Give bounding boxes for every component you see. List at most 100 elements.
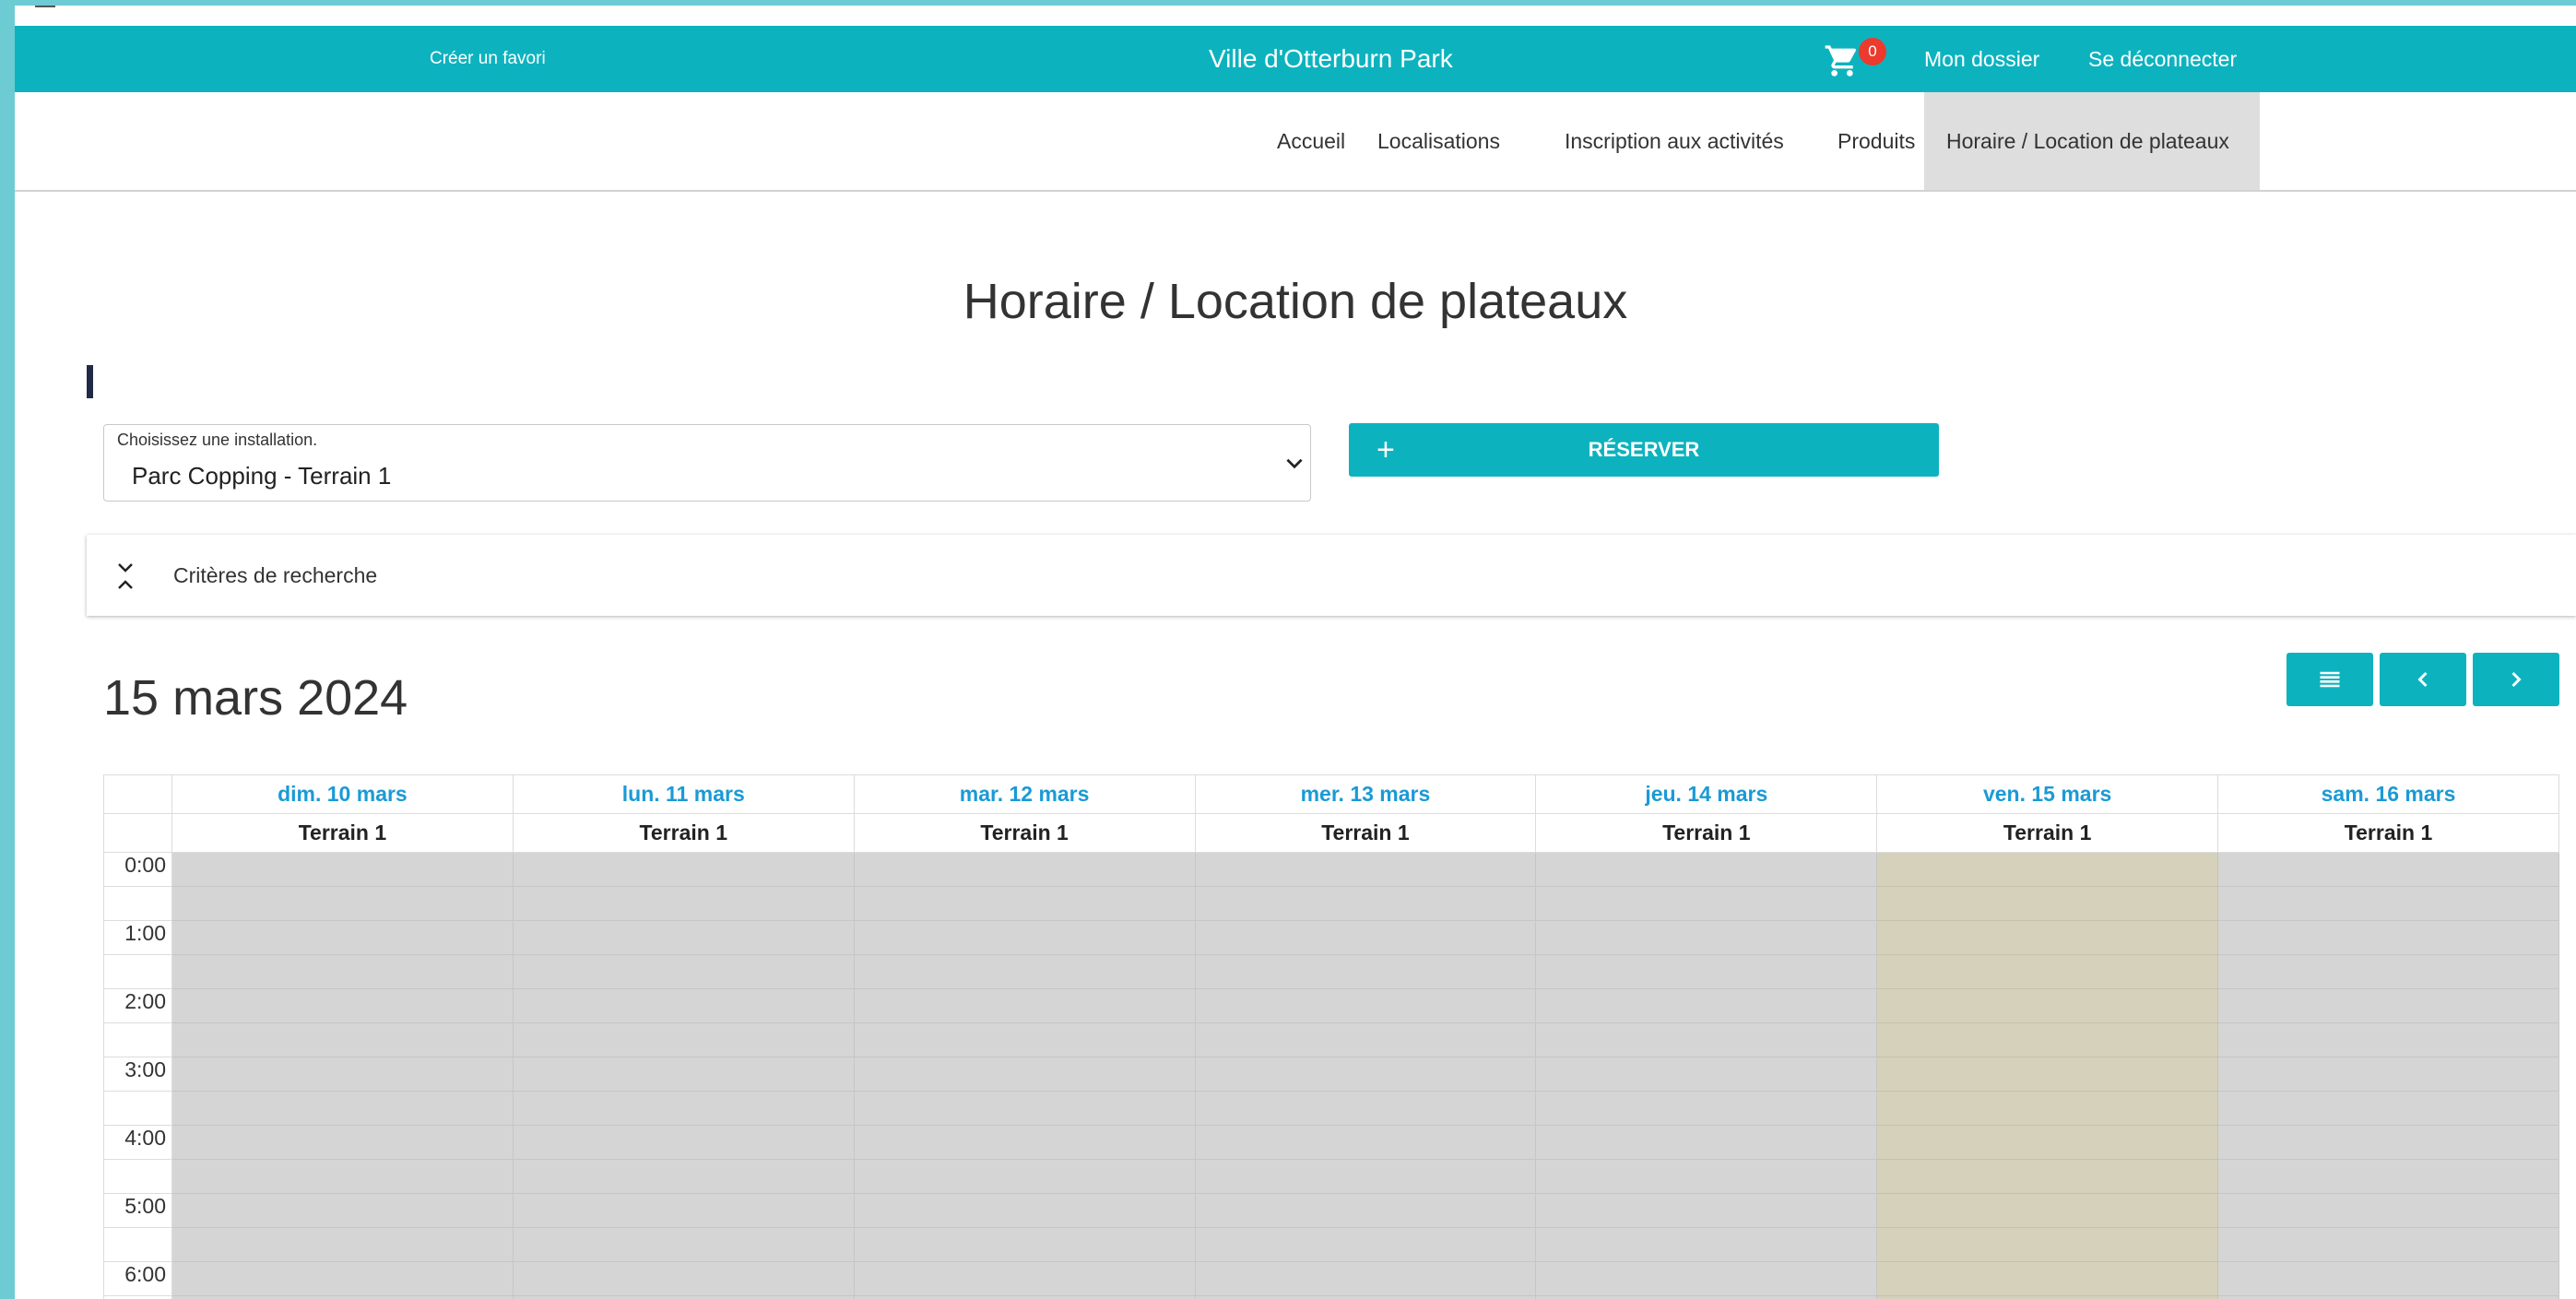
slot-cell[interactable] [512,1193,855,1228]
slot-cell[interactable] [1535,852,1878,887]
slot-cell[interactable] [853,1295,1196,1299]
today-slot-cell[interactable] [1876,1227,2219,1262]
slot-cell[interactable] [512,1057,855,1092]
slot-cell[interactable] [512,1159,855,1194]
day-header[interactable]: mar. 12 mars [853,774,1196,814]
slot-cell[interactable] [171,1227,514,1262]
slot-cell[interactable] [853,886,1196,921]
day-header[interactable]: mer. 13 mars [1194,774,1537,814]
slot-cell[interactable] [1194,954,1537,989]
reserve-button[interactable]: + RÉSERVER [1349,423,1939,477]
slot-cell[interactable] [1194,1091,1537,1126]
nav-item-schedule-rental[interactable]: Horaire / Location de plateaux [1924,92,2260,190]
day-header[interactable]: sam. 16 mars [2217,774,2559,814]
slot-cell[interactable] [853,852,1196,887]
slot-cell[interactable] [853,1057,1196,1092]
today-slot-cell[interactable] [1876,920,2219,955]
today-slot-cell[interactable] [1876,1193,2219,1228]
slot-cell[interactable] [853,1022,1196,1057]
slot-cell[interactable] [2217,1227,2559,1262]
today-slot-cell[interactable] [1876,1261,2219,1296]
day-header[interactable]: jeu. 14 mars [1535,774,1878,814]
slot-cell[interactable] [2217,1125,2559,1160]
slot-cell[interactable] [171,1261,514,1296]
slot-cell[interactable] [1194,1295,1537,1299]
day-header[interactable]: ven. 15 mars [1876,774,2219,814]
nav-item-home[interactable]: Accueil [1255,92,1367,190]
slot-cell[interactable] [171,1125,514,1160]
slot-cell[interactable] [2217,1159,2559,1194]
slot-cell[interactable] [1194,1159,1537,1194]
installation-select[interactable]: Choisissez une installation. Parc Coppin… [103,424,1311,502]
nav-item-products[interactable]: Produits [1815,92,1937,190]
slot-cell[interactable] [1194,920,1537,955]
today-slot-cell[interactable] [1876,852,2219,887]
slot-cell[interactable] [1535,954,1878,989]
slot-cell[interactable] [853,954,1196,989]
slot-cell[interactable] [1194,1057,1537,1092]
slot-cell[interactable] [512,1261,855,1296]
slot-cell[interactable] [2217,1022,2559,1057]
slot-cell[interactable] [1194,1227,1537,1262]
today-slot-cell[interactable] [1876,1295,2219,1299]
slot-cell[interactable] [171,852,514,887]
slot-cell[interactable] [2217,1057,2559,1092]
slot-cell[interactable] [2217,988,2559,1023]
slot-cell[interactable] [171,1022,514,1057]
day-header[interactable]: lun. 11 mars [512,774,855,814]
slot-cell[interactable] [512,988,855,1023]
slot-cell[interactable] [171,988,514,1023]
today-slot-cell[interactable] [1876,988,2219,1023]
my-account-link[interactable]: Mon dossier [1924,26,2039,92]
slot-cell[interactable] [171,886,514,921]
slot-cell[interactable] [1194,1022,1537,1057]
slot-cell[interactable] [512,1125,855,1160]
slot-cell[interactable] [853,988,1196,1023]
slot-cell[interactable] [1194,1261,1537,1296]
today-slot-cell[interactable] [1876,1057,2219,1092]
slot-cell[interactable] [171,1193,514,1228]
logout-link[interactable]: Se déconnecter [2088,26,2237,92]
cart-icon[interactable] [1824,42,1861,79]
slot-cell[interactable] [2217,886,2559,921]
slot-cell[interactable] [512,1091,855,1126]
nav-item-activity-registration[interactable]: Inscription aux activités [1542,92,1806,190]
today-slot-cell[interactable] [1876,1125,2219,1160]
slot-cell[interactable] [853,1227,1196,1262]
slot-cell[interactable] [2217,1295,2559,1299]
slot-cell[interactable] [1535,1227,1878,1262]
day-header[interactable]: dim. 10 mars [171,774,514,814]
previous-week-button[interactable] [2380,653,2466,706]
today-slot-cell[interactable] [1876,1159,2219,1194]
slot-cell[interactable] [1194,852,1537,887]
slot-cell[interactable] [171,1159,514,1194]
slot-cell[interactable] [1535,1193,1878,1228]
slot-cell[interactable] [171,954,514,989]
slot-cell[interactable] [2217,920,2559,955]
today-slot-cell[interactable] [1876,954,2219,989]
slot-cell[interactable] [1535,1295,1878,1299]
slot-cell[interactable] [853,1159,1196,1194]
slot-cell[interactable] [512,886,855,921]
create-favorite-link[interactable]: Créer un favori [430,26,546,92]
slot-cell[interactable] [171,1295,514,1299]
slot-cell[interactable] [171,1057,514,1092]
slot-cell[interactable] [2217,954,2559,989]
slot-cell[interactable] [853,1261,1196,1296]
slot-cell[interactable] [1535,1057,1878,1092]
slot-cell[interactable] [512,1295,855,1299]
slot-cell[interactable] [512,852,855,887]
search-criteria-panel[interactable]: Critères de recherche [87,535,2576,616]
site-title[interactable]: Ville d'Otterburn Park [1209,26,1453,92]
slot-cell[interactable] [2217,1261,2559,1296]
slot-cell[interactable] [512,954,855,989]
slot-cell[interactable] [1535,1022,1878,1057]
slot-cell[interactable] [1535,1261,1878,1296]
slot-cell[interactable] [1194,988,1537,1023]
slot-cell[interactable] [853,1125,1196,1160]
slot-cell[interactable] [1194,886,1537,921]
next-week-button[interactable] [2473,653,2559,706]
slot-cell[interactable] [2217,1091,2559,1126]
slot-cell[interactable] [853,1193,1196,1228]
nav-item-locations[interactable]: Localisations [1355,92,1522,190]
